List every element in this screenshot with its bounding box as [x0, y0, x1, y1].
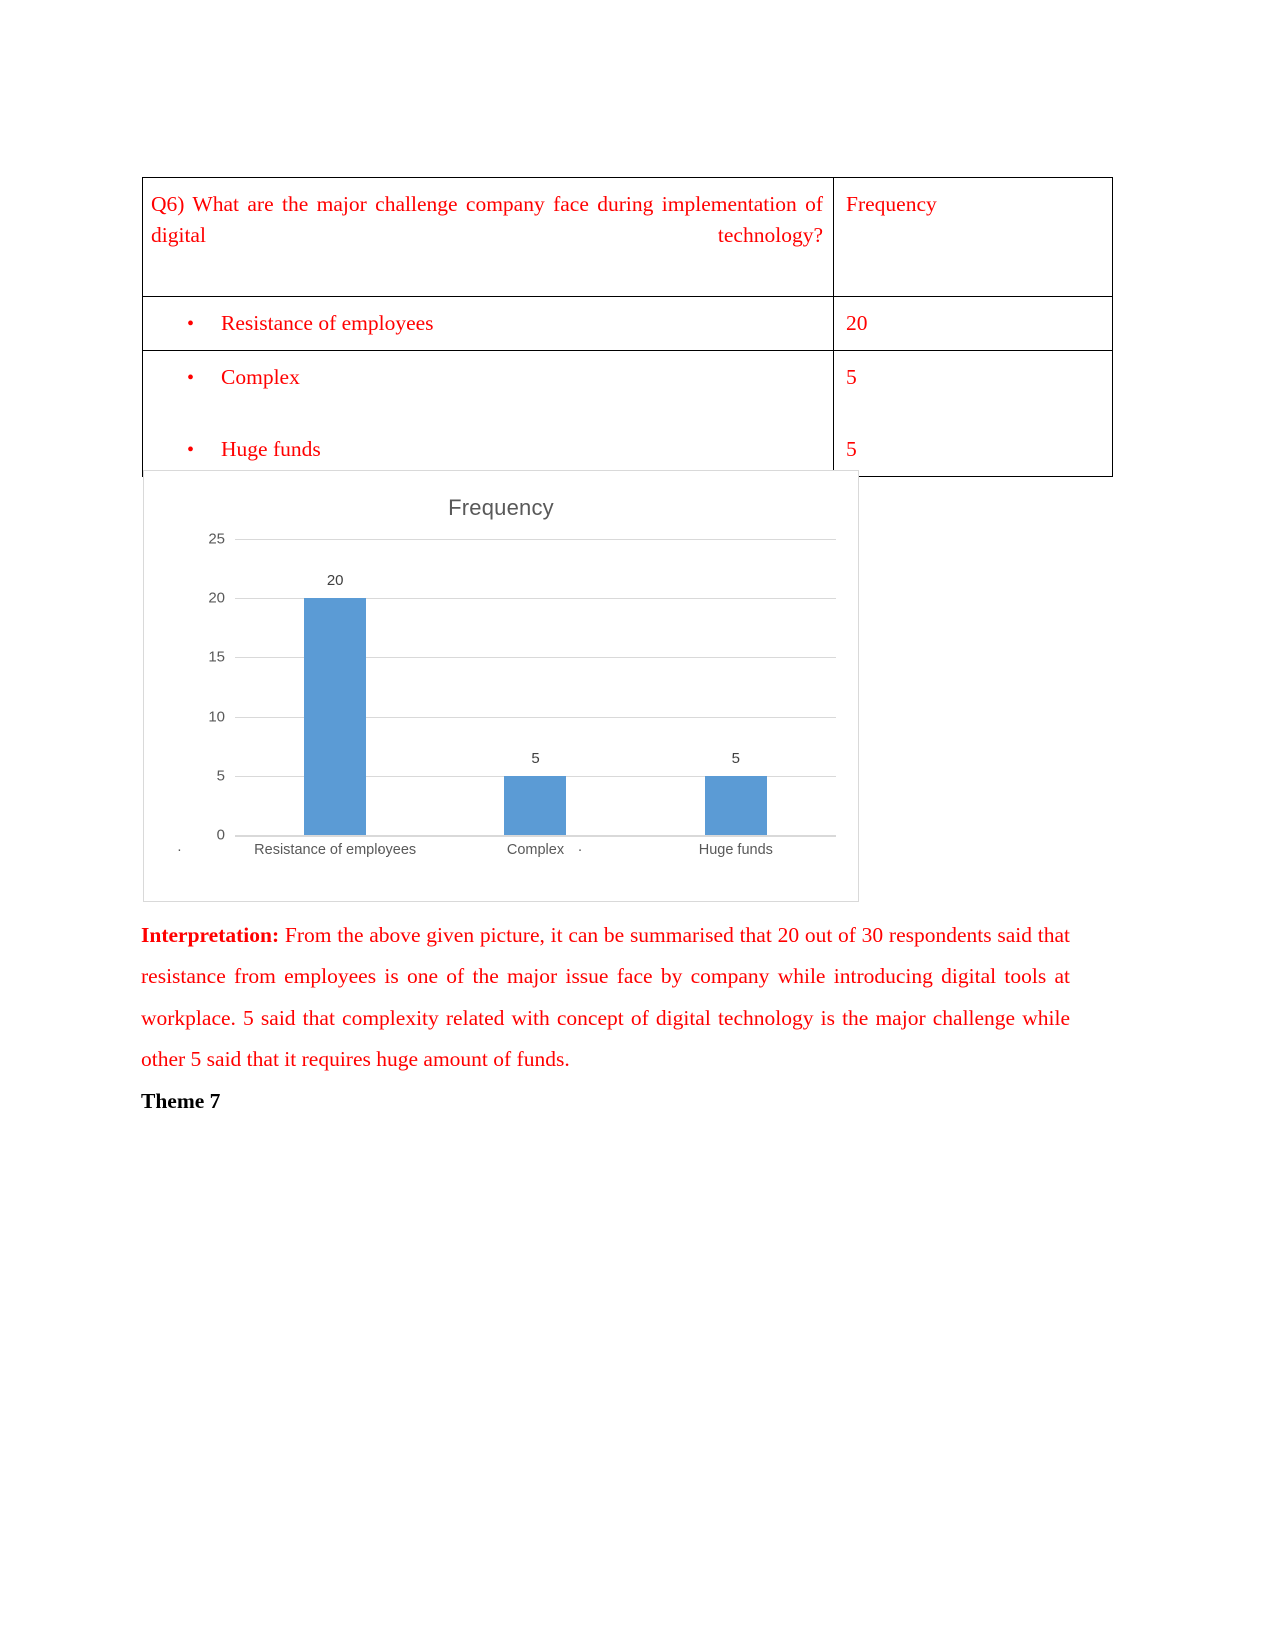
chart-x-category-text: Huge funds — [698, 842, 773, 858]
option-cell-0: • Resistance of employees — [142, 296, 834, 351]
chart-x-category-label: · Huge funds — [578, 839, 836, 861]
chart-bar-value-label: 5 — [531, 749, 540, 767]
chart-x-tick-marker: · — [377, 842, 383, 858]
table-row-question: Q6) What are the major challenge company… — [142, 177, 1113, 297]
interpretation-paragraph: Interpretation: From the above given pic… — [141, 915, 1070, 1080]
chart-x-axis-labels: · Resistance of employees · Complex · Huge fu… — [177, 839, 836, 899]
chart-bar[interactable] — [504, 775, 567, 835]
option-label-1: Complex — [221, 364, 300, 389]
chart-y-tick-label: 20 — [208, 589, 225, 607]
bullet-item-0: • Resistance of employees — [151, 308, 823, 339]
chart-bar[interactable] — [304, 598, 367, 835]
table-row: • Resistance of employees 20 — [142, 296, 1113, 351]
chart-bars: 20 5 5 — [235, 539, 836, 835]
frequency-table: Q6) What are the major challenge company… — [142, 177, 1113, 477]
chart-plot-area: 0 5 10 15 20 25 20 5 5 — [191, 531, 836, 844]
chart-x-tick-marker: · — [577, 842, 583, 858]
chart-y-tick-label: 15 — [208, 648, 225, 666]
chart-x-category-text: Complex — [506, 842, 565, 858]
chart-x-axis-line — [235, 835, 836, 837]
chart-x-category-label: · Resistance of employees — [177, 839, 435, 861]
bullet-icon: • — [187, 313, 195, 335]
bullet-item-1: • Complex — [151, 362, 823, 393]
chart-y-tick-label: 0 — [216, 826, 225, 844]
chart-bar-value-label: 20 — [326, 572, 344, 590]
chart-bar-slot: 20 — [235, 539, 435, 835]
chart-x-category-text: Resistance of employees — [254, 842, 417, 858]
option-cell-group-1-2: • Complex • Huge funds — [142, 349, 834, 477]
value-spacer — [846, 392, 1102, 434]
interpretation-lead: Interpretation: — [141, 923, 280, 947]
chart-y-tick-label: 25 — [208, 530, 225, 548]
frequency-header-cell: Frequency — [833, 177, 1113, 297]
chart-bar-slot: 5 — [435, 539, 635, 835]
question-cell: Q6) What are the major challenge company… — [142, 177, 834, 297]
chart-y-tick-label: 10 — [208, 708, 225, 726]
chart-bar-value-label: 5 — [731, 749, 740, 767]
value-cell-0: 20 — [833, 296, 1113, 351]
option-value-0: 20 — [846, 311, 868, 335]
value-cell-group-1-2: 5 5 — [833, 349, 1113, 477]
option-value-1: 5 — [846, 364, 857, 389]
chart-bar-slot: 5 — [636, 539, 836, 835]
chart-x-category-label: · Complex — [377, 839, 635, 861]
question-text: Q6) What are the major challenge company… — [151, 192, 823, 247]
option-label-2: Huge funds — [221, 437, 321, 462]
interpretation-body: From the above given picture, it can be … — [141, 923, 1070, 1071]
frequency-bar-chart: Frequency 0 5 10 15 20 25 20 5 5 · Resistance of … — [143, 470, 859, 902]
bullet-icon: • — [187, 439, 195, 462]
row-spacer — [151, 392, 823, 434]
bullet-icon: • — [187, 366, 195, 389]
option-value-2: 5 — [846, 437, 857, 462]
theme-heading: Theme 7 — [141, 1089, 221, 1113]
chart-y-tick-label: 5 — [216, 767, 225, 785]
table-row: • Complex • Huge funds 5 5 — [142, 349, 1113, 477]
option-label-0: Resistance of employees — [221, 311, 434, 335]
bullet-item-2: • Huge funds — [151, 434, 823, 465]
chart-bar[interactable] — [704, 775, 767, 835]
chart-title: Frequency — [448, 495, 554, 520]
chart-x-tick-marker: · — [177, 842, 182, 858]
document-page: Q6) What are the major challenge company… — [0, 0, 1275, 1650]
frequency-header-label: Frequency — [846, 192, 937, 216]
